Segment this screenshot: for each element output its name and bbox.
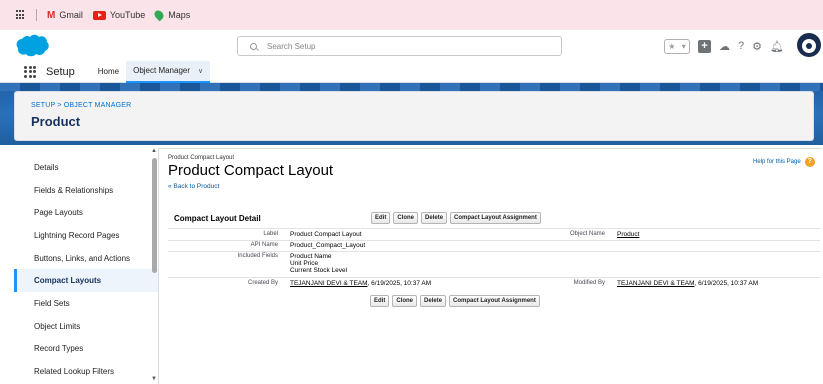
divider	[168, 228, 820, 229]
sidebar-item-fields-relationships[interactable]: Fields & Relationships	[14, 179, 158, 202]
modified-by-label: Modified By	[573, 280, 605, 286]
api-name-value: Product_Compact_Layout	[290, 242, 366, 249]
favorites-button[interactable]: ★ ▾	[664, 38, 690, 54]
youtube-icon	[92, 10, 106, 20]
bookmarks-bar: M Gmail YouTube Maps	[0, 0, 823, 30]
divider	[168, 240, 820, 241]
api-name-label: API Name	[250, 242, 278, 248]
gear-icon[interactable]: ⚙	[752, 40, 762, 53]
bookmark-gmail-label: Gmail	[59, 10, 83, 20]
content-title: Product Compact Layout	[168, 162, 334, 179]
detail-header: Compact Layout Detail Edit Clone Delete …	[168, 211, 820, 225]
modified-by-value: TEJANJANI DEVI & TEAM, 6/19/2025, 10:37 …	[617, 280, 758, 287]
object-name-label: Object Name	[569, 231, 605, 237]
compact-layout-assignment-button[interactable]: Compact Layout Assignment	[449, 295, 540, 307]
edit-button[interactable]: Edit	[371, 212, 391, 224]
modified-by-date: , 6/19/2025, 10:37 AM	[694, 280, 759, 287]
search-icon	[250, 42, 257, 50]
search-placeholder: Search Setup	[267, 41, 316, 51]
compact-layout-assignment-button[interactable]: Compact Layout Assignment	[450, 212, 541, 224]
app-navigation: Setup Home Object Manager ∨	[0, 60, 823, 83]
help-link-label: Help for this Page	[753, 159, 801, 165]
divider	[168, 277, 820, 278]
bookmark-youtube-label: YouTube	[109, 10, 146, 20]
bottom-button-bar: Edit Clone Delete Compact Layout Assignm…	[370, 295, 543, 307]
page-header: SETUP > OBJECT MANAGER Product	[14, 91, 814, 141]
header-band-pattern	[0, 83, 823, 91]
tab-object-manager[interactable]: Object Manager ∨	[126, 60, 211, 83]
object-name-link[interactable]: Product	[617, 231, 639, 238]
global-actions-icon[interactable]: +	[698, 39, 711, 53]
scroll-up-arrow-icon[interactable]: ▲	[151, 148, 157, 154]
created-by-date: , 6/19/2025, 10:37 AM	[367, 280, 432, 287]
created-by-label: Created By	[247, 280, 278, 286]
delete-button[interactable]: Delete	[421, 212, 448, 224]
chevron-down-icon[interactable]: ∨	[198, 67, 203, 75]
back-to-product-link[interactable]: « Back to Product	[168, 183, 820, 190]
included-fields-label: Included Fields	[237, 253, 278, 259]
avatar[interactable]	[797, 33, 821, 57]
bookmark-separator	[36, 9, 37, 21]
search-input[interactable]: Search Setup	[237, 36, 562, 56]
sidebar-scrollbar[interactable]: ▲ ▼	[150, 148, 159, 384]
tab-home[interactable]: Home	[91, 61, 126, 83]
header-utility-icons: ★ ▾ + ☁ ? ⚙ 🔔︎	[664, 36, 792, 56]
section-title: Compact Layout Detail	[174, 213, 261, 223]
delete-button[interactable]: Delete	[420, 295, 447, 307]
trailhead-icon[interactable]: ☁	[719, 40, 730, 53]
help-for-page-link[interactable]: Help for this Page ?	[753, 157, 815, 167]
sidebar-item-record-types[interactable]: Record Types	[14, 338, 158, 361]
content-header: Product Compact Layout Product Compact L…	[168, 155, 820, 190]
sidebar-item-buttons-links-and-actions[interactable]: Buttons, Links, and Actions	[14, 247, 158, 270]
sidebar-item-page-layouts[interactable]: Page Layouts	[14, 201, 158, 224]
sidebar-item-object-limits[interactable]: Object Limits	[14, 315, 158, 338]
included-field-item: Unit Price	[290, 260, 319, 267]
sidebar-item-field-sets[interactable]: Field Sets	[14, 292, 158, 315]
label-field-value: Product Compact Layout	[290, 231, 362, 238]
included-field-item: Current Stock Level	[290, 267, 348, 274]
bookmark-maps[interactable]: Maps	[152, 8, 191, 22]
scroll-down-arrow-icon[interactable]: ▼	[151, 376, 157, 382]
modified-by-user-link[interactable]: TEJANJANI DEVI & TEAM	[617, 280, 695, 287]
created-by-value: TEJANJANI DEVI & TEAM, 6/19/2025, 10:37 …	[290, 280, 431, 287]
page-sub-label: Product Compact Layout	[168, 155, 235, 161]
edit-button[interactable]: Edit	[370, 295, 390, 307]
label-field-label: Label	[263, 231, 278, 237]
sidebar-list: Details Fields & Relationships Page Layout…	[14, 148, 158, 383]
clone-button[interactable]: Clone	[392, 295, 418, 307]
bookmark-gmail[interactable]: M Gmail	[47, 10, 83, 21]
star-icon: ★	[668, 41, 676, 51]
sidebar-item-compact-layouts[interactable]: Compact Layouts	[14, 269, 158, 293]
gmail-icon: M	[47, 9, 56, 21]
compact-layout-detail: Compact Layout Detail Edit Clone Delete …	[168, 211, 820, 225]
tab-home-label: Home	[97, 67, 120, 76]
help-icon[interactable]: ?	[738, 40, 744, 52]
clone-button[interactable]: Clone	[393, 212, 419, 224]
salesforce-logo[interactable]	[16, 33, 50, 57]
question-icon: ?	[804, 157, 815, 167]
app-name: Setup	[46, 65, 75, 78]
sidebar-item-related-lookup-filters[interactable]: Related Lookup Filters	[14, 360, 158, 383]
chevron-down-icon: ▾	[681, 41, 686, 51]
page-title: Product	[31, 114, 81, 129]
divider	[168, 251, 820, 252]
notifications-bell-icon[interactable]: 🔔︎	[770, 40, 784, 53]
maps-pin-icon	[152, 8, 166, 22]
sidebar-item-details[interactable]: Details	[14, 156, 158, 179]
object-sidebar: Details Fields & Relationships Page Layout…	[14, 148, 159, 384]
tab-object-manager-label: Object Manager	[133, 66, 191, 75]
bookmark-youtube[interactable]: YouTube	[92, 10, 146, 20]
bookmark-maps-label: Maps	[168, 10, 191, 20]
breadcrumb[interactable]: SETUP > OBJECT MANAGER	[31, 102, 797, 109]
app-launcher-icon[interactable]	[24, 65, 36, 78]
sidebar-item-lightning-record-pages[interactable]: Lightning Record Pages	[14, 224, 158, 247]
created-by-user-link[interactable]: TEJANJANI DEVI & TEAM	[290, 280, 368, 287]
apps-grid-icon[interactable]	[16, 10, 26, 20]
included-field-item: Product Name	[290, 253, 332, 260]
scrollbar-thumb[interactable]	[152, 158, 157, 273]
